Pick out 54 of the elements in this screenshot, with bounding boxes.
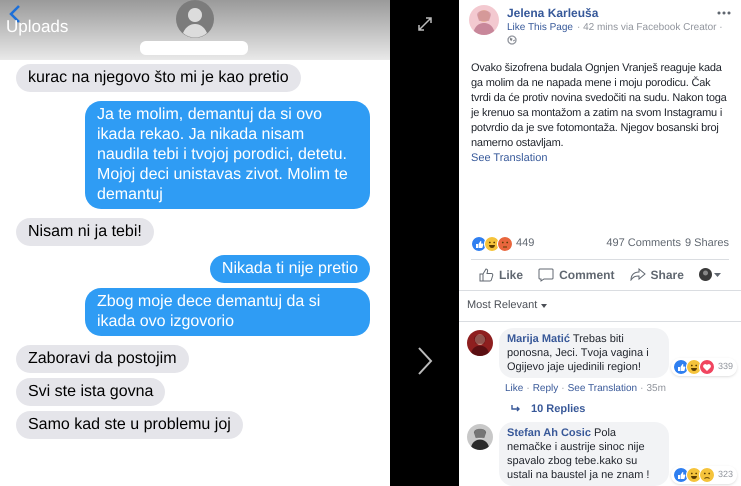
like-page-link[interactable]: Like This Page (507, 21, 573, 35)
post-meta: · 42 mins via Facebook Creator · (576, 21, 723, 35)
message-bubble: kurac na njegovo što mi je kao pretio (16, 64, 301, 92)
audience-selector[interactable] (699, 268, 721, 281)
comment-author[interactable]: Marija Matić (507, 332, 570, 344)
separator-dot: · (561, 382, 565, 396)
comments-count[interactable]: 497 Comments (606, 235, 681, 252)
globe-icon (507, 35, 517, 45)
message-bubble: Zaboravi da postojim (16, 345, 189, 373)
see-translation-link[interactable]: See Translation (471, 151, 548, 166)
most-relevant-dropdown[interactable]: Most Relevant (467, 297, 548, 314)
laughing-face-icon (484, 236, 500, 252)
thumbs-up-icon (672, 467, 689, 483)
speech-bubble-icon (538, 268, 554, 282)
share-button[interactable]: Share (630, 266, 684, 284)
comment-reaction-count: 339 (718, 360, 733, 373)
profile-thumbnail-icon (699, 268, 712, 281)
thumbs-up-icon (479, 268, 494, 282)
sad-face-icon (698, 467, 715, 483)
comment-author[interactable]: Stefan Ah Cosic (507, 427, 591, 439)
thumbs-up-icon (471, 236, 487, 252)
comment-action-link[interactable]: Like (505, 380, 524, 396)
message-bubble: Nisam ni ja tebi! (16, 218, 154, 246)
comment-button[interactable]: Comment (538, 266, 614, 284)
message-bubble: Nikada ti nije pretio (210, 255, 370, 283)
message-bubble: Svi ste ista govna (16, 378, 166, 406)
share-arrow-icon (630, 268, 646, 281)
like-button[interactable]: Like (479, 266, 524, 284)
separator-dot: · (640, 382, 644, 396)
replies-link[interactable]: 10 Replies (511, 400, 586, 417)
thumbs-up-icon (672, 358, 689, 374)
comment-action-link[interactable]: See Translation (568, 380, 638, 396)
reaction-count[interactable]: 449 (516, 235, 534, 252)
separator-dot: · (526, 382, 530, 396)
more-options-icon[interactable] (717, 11, 731, 15)
angry-face-icon (497, 236, 513, 252)
caret-icon (714, 272, 721, 276)
avatar-icon (176, 0, 214, 38)
comment-text: Stefan Ah Cosic Pola nemačke i austrije sinoc nije spavalo zbog tebe.kako su ustali na baustel ja ne znam ! (499, 422, 669, 486)
post-text: Ovako šizofrena budala Ognjen Vranješ reaguje kada ga molim da ne napada mene i moju porodicu. Čak tvrdi da će protiv novina svedočiti na sudu. Nakon toga je krenuo sa montažom a zatim na svom Instagramu i potvrdio da je sve fotomontaža. Njegov bosanski broj namerno ostavljam. (470, 61, 728, 151)
author-name[interactable]: Jelena Karleuša (507, 5, 598, 21)
message-bubble: Zbog moje dece demantuj da si ikada ovo izgovorio (85, 288, 370, 336)
caret-icon (541, 304, 548, 308)
comment-text: Marija Matić Trebas biti ponosna, Jeci. Tvoja vagina i Ogijevo jaje ujedinili region! (499, 328, 669, 378)
comment-reaction-count: 323 (718, 468, 733, 482)
laughing-face-icon (686, 467, 702, 483)
shares-count[interactable]: 9 Shares (684, 235, 729, 252)
laughing-face-icon (686, 358, 702, 374)
expand-icon[interactable] (416, 16, 432, 32)
heart-icon (698, 358, 715, 374)
message-bubble: Ja te molim, demantuj da si ovo ikada rekao. Ja nikada nisam naudila tebi i tvojoj porodici, detetu. Mojoj deci unistavas zivot. Molim te demantuj (85, 101, 370, 209)
message-bubble: Samo kad ste u problemu joj (16, 411, 243, 439)
comment-action-link[interactable]: Reply (532, 380, 558, 396)
reply-arrow-icon (511, 404, 521, 413)
